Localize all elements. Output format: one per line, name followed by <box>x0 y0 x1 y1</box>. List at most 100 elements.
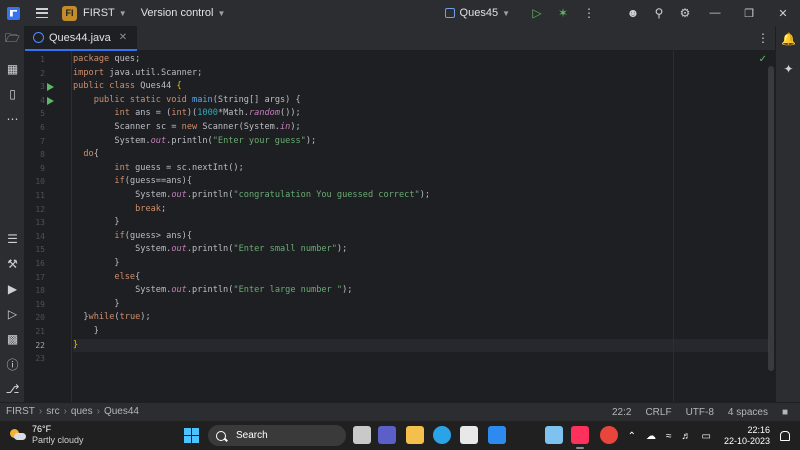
code-line[interactable]: import java.util.Scanner; <box>73 67 769 81</box>
problems-icon[interactable]: ⓘ <box>0 353 25 375</box>
tab-label: Ques44.java <box>49 31 111 44</box>
minimize-button[interactable]: — <box>698 0 732 26</box>
breadcrumb-separator: › <box>38 406 43 417</box>
breadcrumb-item[interactable]: src <box>46 406 59 417</box>
video-call-icon[interactable] <box>378 426 396 444</box>
code-line[interactable]: public static void main(String[] args) { <box>73 94 769 108</box>
gutter-run-icon[interactable] <box>47 83 54 92</box>
edge-icon[interactable] <box>433 426 451 444</box>
breadcrumb-item[interactable]: ques <box>71 406 93 417</box>
code-line[interactable]: }while(true); <box>73 311 769 325</box>
weather-widget[interactable]: 76°F Partly cloudy <box>10 424 84 446</box>
build-hammer-icon[interactable]: ⚒ <box>0 253 25 275</box>
dropbox-icon[interactable] <box>488 426 506 444</box>
close-window-button[interactable]: ✕ <box>766 0 800 26</box>
services-icon[interactable]: ▶ <box>0 278 25 300</box>
line-number: 12 <box>35 204 45 214</box>
title-bar: FI FIRST ▼ Version control ▼ Ques45 ▼ ▷ … <box>0 0 800 26</box>
intellij-icon[interactable] <box>571 426 589 449</box>
version-control-menu[interactable]: Version control <box>141 7 214 19</box>
code-line[interactable]: } <box>73 325 769 339</box>
project-folder-icon[interactable]: 🗁 <box>0 28 25 50</box>
file-manager-icon[interactable] <box>353 426 371 444</box>
chrome-icon[interactable] <box>600 426 618 444</box>
code-area[interactable]: package ques; import java.util.Scanner; pu… <box>73 51 775 402</box>
code-line[interactable]: package ques; <box>73 53 769 67</box>
code-line[interactable]: System.out.println("Enter your guess"); <box>73 135 769 149</box>
close-tab-icon[interactable]: ✕ <box>119 32 127 43</box>
terminal-icon[interactable]: ▩ <box>0 328 25 350</box>
add-user-icon[interactable]: ☻ <box>622 2 644 24</box>
no-problems-check-icon[interactable]: ✓ <box>759 54 767 65</box>
code-line[interactable]: public class Ques44 { <box>73 80 769 94</box>
ai-assistant-icon[interactable]: ✦ <box>776 58 800 80</box>
code-line[interactable]: System.out.println("Enter large number "… <box>73 284 769 298</box>
tab-options-icon[interactable]: ⋮ <box>757 31 769 45</box>
more-actions-icon[interactable]: ⋮ <box>578 2 600 24</box>
debug-icon[interactable]: ✶ <box>552 2 574 24</box>
line-separator[interactable]: CRLF <box>645 407 671 418</box>
breadcrumb-item[interactable]: FIRST <box>6 406 35 417</box>
folder-icon[interactable] <box>406 426 424 444</box>
show-hidden-icons-icon[interactable]: ⌃ <box>628 431 636 442</box>
run-icon[interactable]: ▷ <box>526 2 548 24</box>
volume-icon[interactable]: ♬ <box>682 431 692 442</box>
breadcrumb-item[interactable]: Ques44 <box>104 406 139 417</box>
settings-gear-icon[interactable]: ⚙ <box>674 2 696 24</box>
gutter-run-icon[interactable] <box>47 96 54 105</box>
more-tools-icon[interactable]: ⋯ <box>0 108 25 130</box>
code-line[interactable]: Scanner sc = new Scanner(System.in); <box>73 121 769 135</box>
code-line[interactable]: else{ <box>73 271 769 285</box>
code-line[interactable] <box>73 352 769 366</box>
line-number: 2 <box>40 68 45 78</box>
code-line[interactable]: int guess = sc.nextInt(); <box>73 162 769 176</box>
file-encoding[interactable]: UTF-8 <box>686 407 714 418</box>
readonly-lock-icon[interactable]: ■ <box>782 407 788 418</box>
code-line[interactable]: } <box>73 298 769 312</box>
search-icon[interactable]: ⚲ <box>648 2 670 24</box>
git-icon[interactable]: ⎇ <box>0 378 25 400</box>
onedrive-cloud-icon[interactable]: ☁ <box>646 431 656 442</box>
code-line[interactable]: } <box>73 216 769 230</box>
breadcrumb[interactable]: FIRST › src › ques › Ques44 <box>6 406 143 417</box>
code-line[interactable]: do{ <box>73 148 769 162</box>
line-number: 18 <box>35 286 45 296</box>
breadcrumb-separator: › <box>96 406 100 417</box>
todo-list-icon[interactable]: ☰ <box>0 228 25 250</box>
code-line[interactable]: int ans = (int)(1000*Math.random()); <box>73 107 769 121</box>
battery-icon[interactable]: ▭ <box>702 431 711 442</box>
tab-ques44-java[interactable]: Ques44.java ✕ <box>25 26 138 51</box>
project-name[interactable]: FIRST <box>83 7 115 19</box>
code-line[interactable]: } <box>73 338 769 353</box>
notepad-icon[interactable] <box>545 426 563 444</box>
code-line[interactable]: System.out.println("Enter small number")… <box>73 243 769 257</box>
line-number: 17 <box>35 272 45 282</box>
bookmarks-icon[interactable]: ▯ <box>0 83 25 105</box>
clock[interactable]: 22:16 22-10-2023 <box>724 425 770 447</box>
run-panel-icon[interactable]: ▷ <box>0 303 25 325</box>
code-line[interactable]: } <box>73 257 769 271</box>
windows-start-icon[interactable] <box>184 428 199 443</box>
restore-button[interactable]: ❐ <box>732 0 766 26</box>
notification-center-icon[interactable] <box>780 431 790 441</box>
run-configuration-selector[interactable]: Ques45 ▼ <box>444 7 510 19</box>
structure-icon[interactable]: ▦ <box>0 58 25 80</box>
code-editor[interactable]: 1 2 3 4 5 6 7 8 9 10 11 12 13 14 15 16 17 18 19 20 21 22 23 pa… <box>25 51 775 402</box>
vertical-scrollbar[interactable] <box>768 66 774 371</box>
chevron-down-icon[interactable]: ▼ <box>119 9 127 18</box>
code-line[interactable]: break; <box>73 203 769 217</box>
taskbar-search[interactable]: Search <box>208 425 346 446</box>
weather-temperature: 76°F <box>32 424 52 434</box>
chevron-down-icon[interactable]: ▼ <box>217 9 225 18</box>
store-icon[interactable] <box>460 426 478 444</box>
line-number: 13 <box>35 218 45 228</box>
wifi-icon[interactable]: ≈ <box>666 431 672 442</box>
code-line[interactable]: if(guess==ans){ <box>73 175 769 189</box>
code-line[interactable]: if(guess> ans){ <box>73 230 769 244</box>
project-badge[interactable]: FI <box>62 5 77 21</box>
code-line[interactable]: System.out.println("congratulation You g… <box>73 189 769 203</box>
notifications-bell-icon[interactable]: 🔔 <box>776 28 800 50</box>
indent-setting[interactable]: 4 spaces <box>728 407 768 418</box>
main-menu-icon[interactable] <box>36 8 48 18</box>
caret-position[interactable]: 22:2 <box>612 407 631 418</box>
